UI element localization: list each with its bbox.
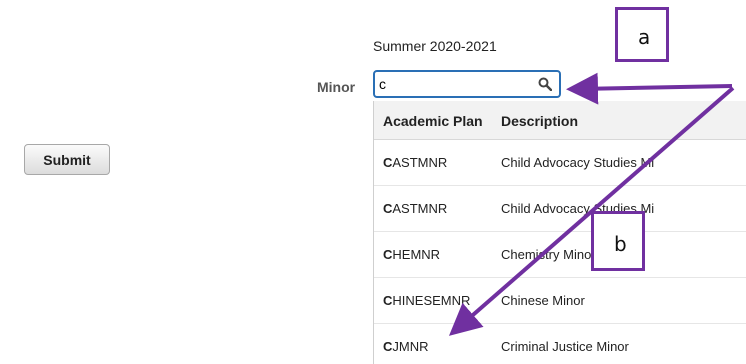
arrow-to-search (566, 72, 733, 105)
dropdown-row[interactable]: CASTMNR Child Advocacy Studies Mi (374, 186, 746, 232)
term-label: Summer 2020-2021 (373, 38, 497, 54)
academic-plan-code: CJMNR (383, 339, 429, 354)
callout-a: a (615, 7, 669, 62)
submit-button[interactable]: Submit (24, 144, 110, 175)
column-header-academic-plan: Academic Plan (383, 113, 483, 129)
dropdown-row[interactable]: CHEMNR Chemistry Minor (374, 232, 746, 278)
search-icon[interactable] (538, 77, 552, 91)
plan-description: Chinese Minor (501, 293, 585, 308)
minor-field-label: Minor (317, 79, 356, 95)
plan-lookup-dropdown: Academic Plan Description CASTMNR Child … (373, 101, 746, 364)
academic-plan-code: CHINESEMNR (383, 293, 471, 308)
callout-a-label: a (638, 25, 651, 49)
academic-plan-code: CASTMNR (383, 155, 448, 170)
dropdown-row[interactable]: CHINESEMNR Chinese Minor (374, 278, 746, 324)
plan-description: Chemistry Minor (501, 247, 596, 262)
minor-search-input[interactable] (379, 75, 529, 93)
callout-b: b (591, 211, 645, 271)
plan-description: Child Advocacy Studies Mi (501, 155, 655, 170)
column-header-description: Description (501, 113, 579, 129)
dropdown-row[interactable]: CJMNR Criminal Justice Minor (374, 324, 746, 364)
plan-description: Criminal Justice Minor (501, 339, 629, 354)
dropdown-header: Academic Plan Description (374, 101, 746, 140)
academic-plan-code: CASTMNR (383, 201, 448, 216)
minor-search-field[interactable] (373, 70, 561, 98)
dropdown-row[interactable]: CASTMNR Child Advocacy Studies Mi (374, 140, 746, 186)
academic-plan-code: CHEMNR (383, 247, 441, 262)
callout-b-label: b (614, 232, 627, 256)
